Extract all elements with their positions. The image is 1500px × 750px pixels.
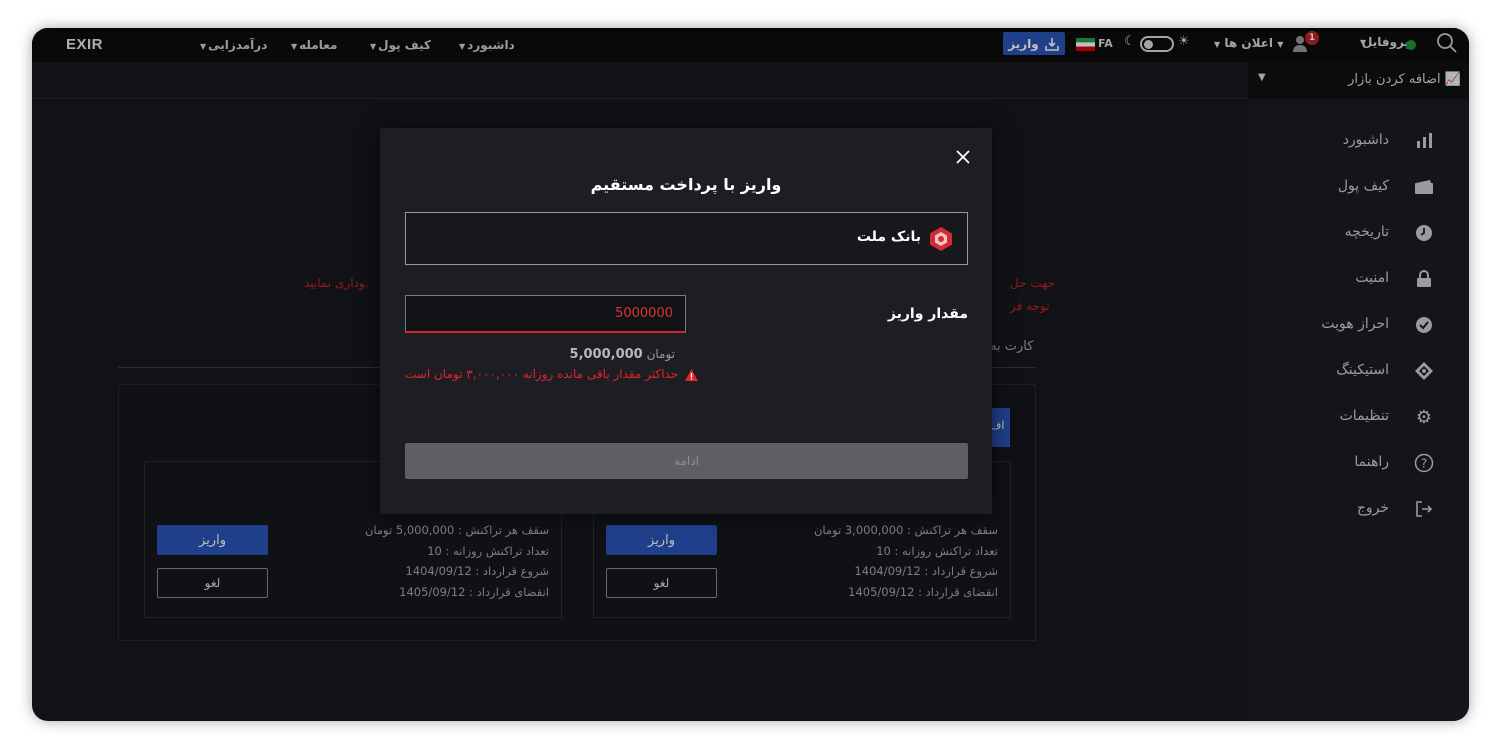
amount-unit: تومان <box>646 347 675 361</box>
amount-label: مقدار واریز <box>887 306 968 322</box>
close-icon[interactable] <box>952 146 974 168</box>
continue-button[interactable]: ادامه <box>405 443 968 479</box>
amount-input[interactable] <box>405 295 686 333</box>
bank-name: بانک ملت <box>856 229 921 245</box>
amount-formatted-value: 5,000,000 <box>569 347 643 362</box>
app-window: EXIR ▼ درآمدزایی ▼ معامله ▼ کیف پول ▼ داشبور… <box>32 28 1469 721</box>
warning-icon <box>685 368 699 381</box>
bank-selector[interactable]: بانک ملت <box>405 212 968 265</box>
modal-title: واریز با پرداخت مستقیم <box>590 175 782 194</box>
amount-error-text: حداکثر مقدار باقی مانده روزانه ۳,۰۰۰,۰۰۰… <box>405 367 679 381</box>
amount-formatted: 5,000,000 تومان <box>405 347 675 362</box>
bank-mellat-logo-icon <box>930 227 952 251</box>
amount-error: حداکثر مقدار باقی مانده روزانه ۳,۰۰۰,۰۰۰… <box>405 367 699 382</box>
direct-deposit-modal: واریز با پرداخت مستقیم بانک ملت مقدار وا… <box>380 128 992 514</box>
